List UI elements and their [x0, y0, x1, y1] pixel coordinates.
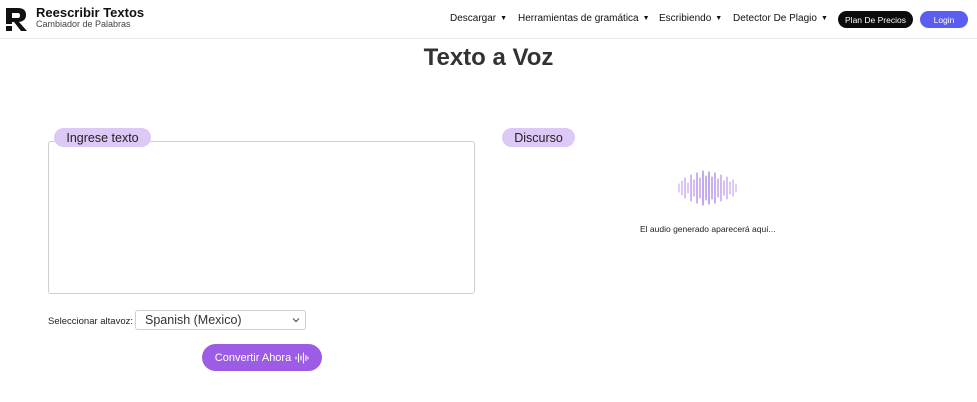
nav-escribiendo-label: Escribiendo — [659, 13, 712, 24]
speaker-selected-value: Spanish (Mexico) — [145, 313, 242, 327]
nav-descargar-label: Descargar — [450, 13, 497, 24]
caret-down-icon: ▼ — [642, 15, 650, 22]
caret-down-icon: ▼ — [715, 15, 723, 22]
caret-down-icon: ▼ — [820, 15, 828, 22]
convert-button-label: Convertir Ahora — [214, 351, 292, 364]
speaker-select-label: Seleccionar altavoz: — [48, 316, 134, 327]
audio-waveform-icon — [678, 170, 737, 206]
brand-logo-icon[interactable] — [4, 6, 30, 32]
login-button[interactable]: Login — [920, 11, 968, 28]
nav-escribiendo[interactable]: Escribiendo ▼ — [659, 13, 722, 24]
nav-herramientas[interactable]: Herramientas de gramática ▼ — [518, 13, 650, 24]
input-text-label: Ingrese texto — [54, 128, 151, 147]
sound-wave-icon — [295, 351, 309, 364]
brand-subtitle: Cambiador de Palabras — [36, 19, 131, 29]
caret-down-icon: ▼ — [500, 15, 508, 22]
nav-descargar[interactable]: Descargar ▼ — [450, 13, 507, 24]
chevron-down-icon — [292, 318, 300, 323]
convert-now-button[interactable]: Convertir Ahora — [202, 344, 322, 371]
speech-label: Discurso — [502, 128, 575, 147]
audio-placeholder-text: El audio generado aparecerá aquí... — [640, 224, 776, 234]
speaker-select[interactable]: Spanish (Mexico) — [135, 310, 306, 330]
top-navbar: Reescribir Textos Cambiador de Palabras … — [0, 0, 977, 39]
page-title: Texto a Voz — [423, 44, 554, 71]
nav-detector-plagio[interactable]: Detector De Plagio ▼ — [733, 13, 828, 24]
text-input-area[interactable] — [48, 141, 475, 294]
pricing-plan-button[interactable]: Plan De Precios — [838, 11, 913, 28]
nav-herramientas-label: Herramientas de gramática — [518, 13, 639, 24]
brand-title[interactable]: Reescribir Textos — [36, 5, 144, 20]
nav-detector-label: Detector De Plagio — [733, 13, 817, 24]
